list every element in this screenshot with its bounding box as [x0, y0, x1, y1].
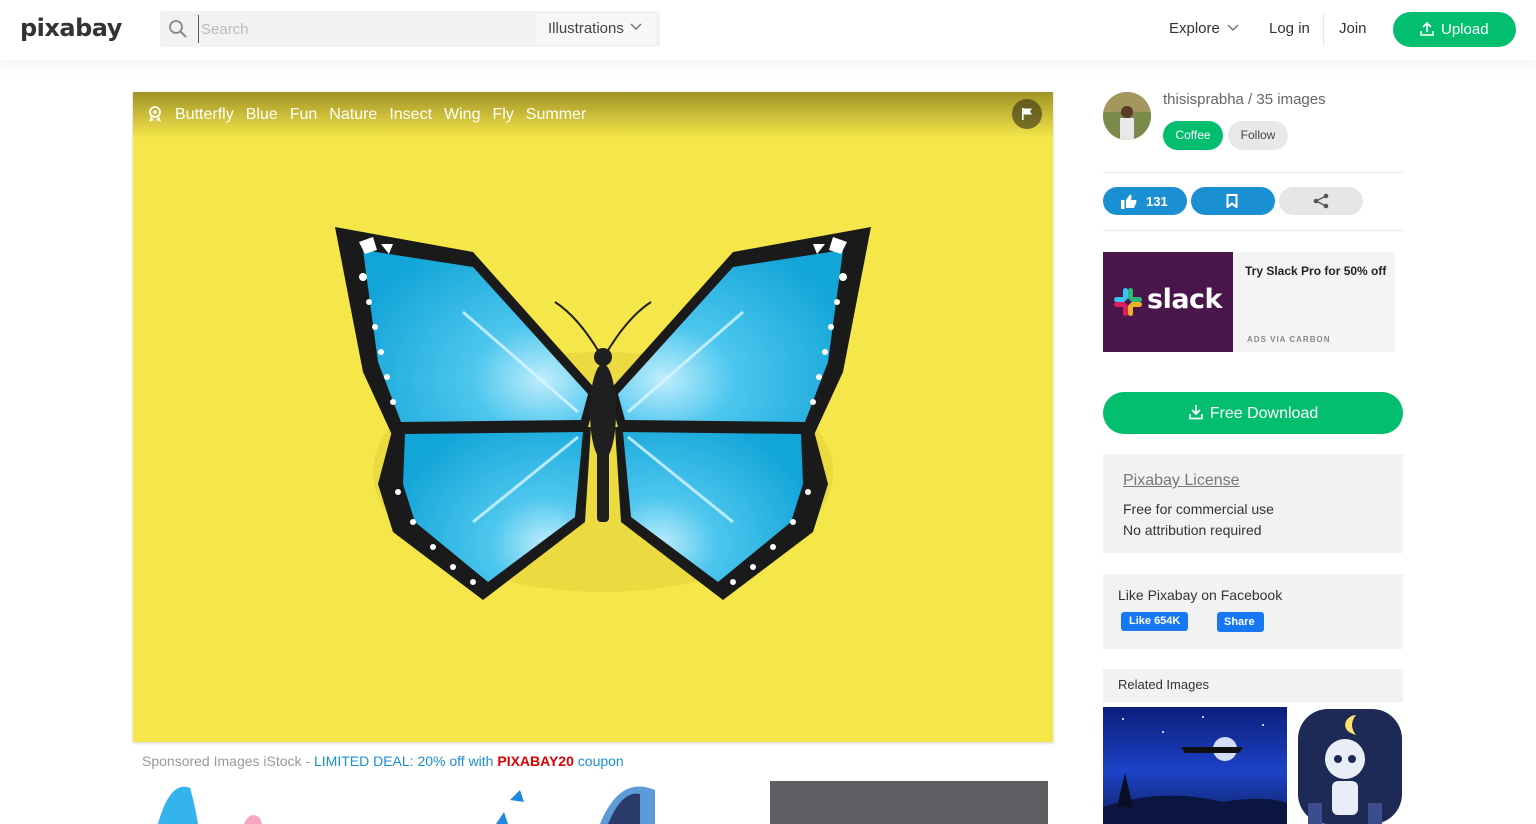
sponsored-thumbnail[interactable] — [490, 780, 670, 824]
tag-bar: Butterfly Blue Fun Nature Insect Wing Fl… — [133, 92, 1053, 138]
license-box: Pixabay License Free for commercial use … — [1103, 454, 1403, 553]
license-link[interactable]: Pixabay License — [1123, 472, 1383, 490]
tag-summer[interactable]: Summer — [526, 106, 586, 124]
license-line: Free for commercial use — [1123, 501, 1274, 517]
tag-nature[interactable]: Nature — [329, 106, 377, 124]
search-bar: Illustrations — [160, 11, 660, 47]
explore-menu[interactable]: Explore — [1169, 20, 1239, 37]
main-image[interactable]: Butterfly Blue Fun Nature Insect Wing Fl… — [133, 92, 1053, 742]
share-button[interactable] — [1279, 187, 1363, 215]
sponsored-line: Sponsored Images iStock - LIMITED DEAL: … — [142, 753, 624, 769]
facebook-box: Like Pixabay on Facebook Like 654K Share — [1103, 574, 1403, 649]
facebook-like-label: Like 654K — [1129, 615, 1181, 627]
search-icon[interactable] — [168, 19, 188, 39]
sponsored-suffix[interactable]: coupon — [574, 753, 624, 769]
top-header: pixabay Illustrations Explore Log in Joi… — [0, 0, 1536, 60]
christmas-night-thumbnail — [1103, 716, 1287, 824]
related-image[interactable] — [1103, 707, 1287, 824]
bookmark-icon — [1226, 194, 1238, 208]
user-photo — [1103, 92, 1151, 140]
user-info[interactable]: thisisprabha / 35 images — [1163, 91, 1326, 108]
chevron-down-icon — [630, 23, 642, 31]
bookmark-button[interactable] — [1191, 187, 1275, 215]
tag-fun[interactable]: Fun — [290, 106, 318, 124]
slack-logo: slack — [1103, 252, 1233, 352]
award-icon — [149, 106, 161, 122]
report-button[interactable] — [1012, 99, 1042, 129]
sponsored-thumbnail[interactable] — [150, 780, 270, 824]
share-icon — [1313, 193, 1329, 209]
related-image[interactable] — [1292, 707, 1403, 824]
upload-icon — [1420, 21, 1434, 36]
sponsored-deal-link[interactable]: LIMITED DEAL: 20% off with — [314, 753, 497, 769]
divider — [1103, 172, 1403, 173]
chevron-down-icon — [1227, 24, 1239, 32]
search-type-dropdown[interactable]: Illustrations — [536, 14, 656, 44]
tag-butterfly[interactable]: Butterfly — [175, 106, 234, 124]
thumbs-up-icon — [1121, 194, 1137, 209]
avatar[interactable] — [1103, 92, 1151, 140]
nav-divider — [1323, 14, 1324, 46]
slack-hash-icon — [1114, 288, 1142, 316]
facebook-title: Like Pixabay on Facebook — [1118, 587, 1283, 603]
coupon-code[interactable]: PIXABAY20 — [497, 753, 574, 769]
skeleton-thumbnail — [1298, 709, 1402, 824]
explore-label: Explore — [1169, 20, 1220, 37]
blue-butterfly-thumbnail — [158, 786, 262, 824]
search-type-label: Illustrations — [548, 20, 624, 37]
follow-button[interactable]: Follow — [1228, 121, 1288, 150]
sponsored-thumbnail[interactable] — [770, 781, 1048, 824]
login-link[interactable]: Log in — [1269, 20, 1310, 37]
butterflies-thumbnail — [496, 786, 655, 824]
flag-icon — [1022, 108, 1032, 120]
carbon-ad[interactable]: slack Try Slack Pro for 50% off ADS VIA … — [1103, 252, 1395, 352]
slack-wordmark: slack — [1147, 284, 1223, 315]
search-input[interactable] — [198, 15, 528, 43]
divider — [1103, 230, 1403, 231]
sponsored-prefix: Sponsored Images iStock - — [142, 753, 314, 769]
license-line: No attribution required — [1123, 522, 1262, 538]
ad-via-label[interactable]: ADS VIA CARBON — [1247, 335, 1330, 344]
join-link[interactable]: Join — [1339, 20, 1367, 37]
butterfly-illustration — [335, 227, 871, 600]
related-images-header: Related Images — [1103, 669, 1403, 702]
tag-insect[interactable]: Insect — [389, 106, 432, 124]
tag-list: Butterfly Blue Fun Nature Insect Wing Fl… — [175, 106, 598, 124]
upload-button[interactable]: Upload — [1393, 12, 1516, 47]
download-label: Free Download — [1209, 405, 1319, 422]
coffee-button[interactable]: Coffee — [1163, 121, 1223, 150]
tag-wing[interactable]: Wing — [444, 106, 480, 124]
ad-text[interactable]: Try Slack Pro for 50% off — [1245, 264, 1386, 278]
like-button[interactable]: 131 — [1103, 187, 1187, 215]
upload-label: Upload — [1441, 21, 1489, 38]
tag-fly[interactable]: Fly — [492, 106, 513, 124]
free-download-button[interactable]: Free Download — [1103, 392, 1403, 434]
like-count: 131 — [1146, 194, 1168, 209]
pixabay-logo[interactable]: pixabay — [20, 14, 122, 42]
download-icon — [1188, 405, 1203, 420]
tag-blue[interactable]: Blue — [246, 106, 278, 124]
facebook-like-button[interactable]: Like 654K — [1121, 612, 1189, 631]
facebook-share-button[interactable]: Share — [1217, 612, 1264, 632]
